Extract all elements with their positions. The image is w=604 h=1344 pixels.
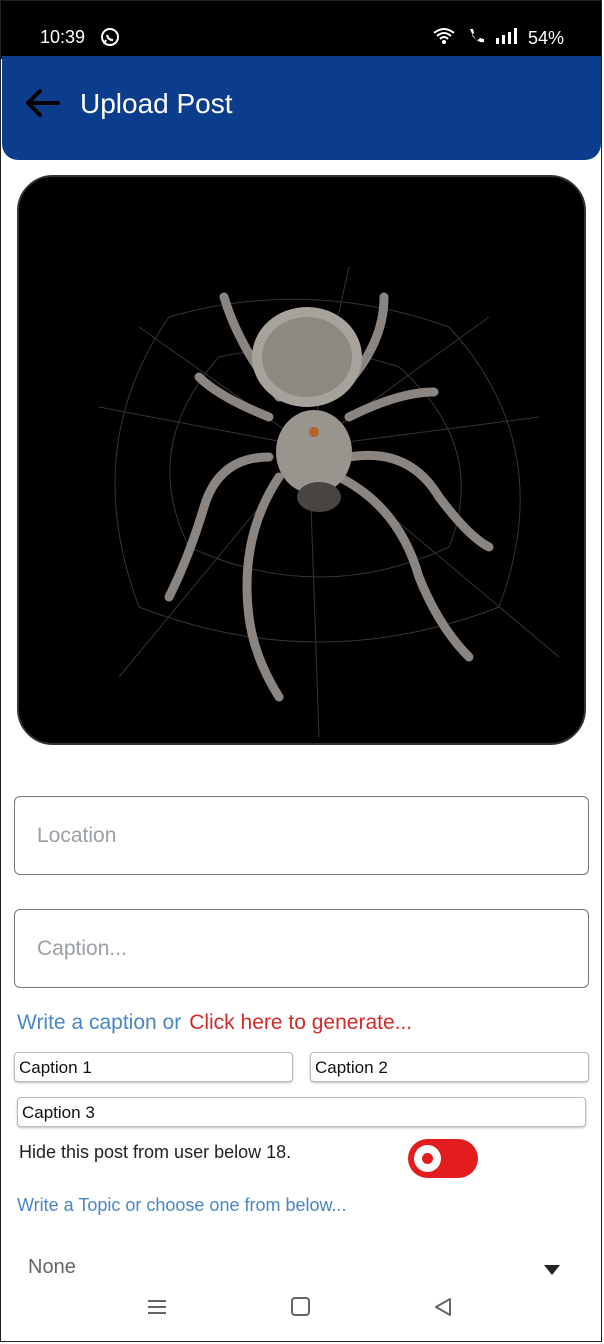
status-icons: 54% [432, 27, 564, 50]
caption-hint: Write a caption or Click here to generate… [17, 1011, 412, 1035]
topic-select[interactable]: None [18, 1250, 574, 1286]
back-arrow-icon[interactable] [24, 88, 60, 123]
page-title: Upload Post [80, 88, 233, 119]
signal-icon [495, 28, 518, 49]
hide-post-toggle[interactable] [408, 1139, 478, 1178]
recent-apps-icon[interactable] [146, 1296, 168, 1323]
caption-suggestion-3[interactable]: Caption 3 [17, 1097, 586, 1127]
caption-suggestion-1[interactable]: Caption 1 [14, 1052, 293, 1082]
status-bar: 10:39 54% [1, 1, 602, 59]
caption-field[interactable] [14, 909, 589, 988]
generate-caption-link[interactable]: Click here to generate... [189, 1011, 412, 1034]
post-image[interactable] [17, 175, 586, 745]
system-nav-bar [0, 1288, 604, 1336]
toggle-knob [414, 1145, 441, 1172]
whatsapp-icon [100, 27, 120, 52]
topic-hint: Write a Topic or choose one from below..… [17, 1195, 347, 1215]
call-icon [466, 27, 486, 50]
wifi-icon [432, 27, 456, 50]
status-time: 10:39 [40, 27, 86, 47]
hide-post-label: Hide this post from user below 18. [19, 1142, 292, 1162]
back-nav-icon[interactable] [432, 1296, 454, 1323]
caption-suggestion-2[interactable]: Caption 2 [310, 1052, 589, 1082]
topic-selected-value: None [28, 1256, 76, 1278]
spider-image [19, 177, 584, 743]
dropdown-arrow-icon [544, 1262, 560, 1280]
caption-input[interactable] [15, 910, 588, 987]
caption-hint-text: Write a caption or [17, 1011, 182, 1034]
battery-text: 54% [527, 28, 564, 48]
location-field[interactable] [14, 796, 589, 875]
location-input[interactable] [15, 797, 588, 874]
home-icon[interactable] [290, 1296, 312, 1323]
